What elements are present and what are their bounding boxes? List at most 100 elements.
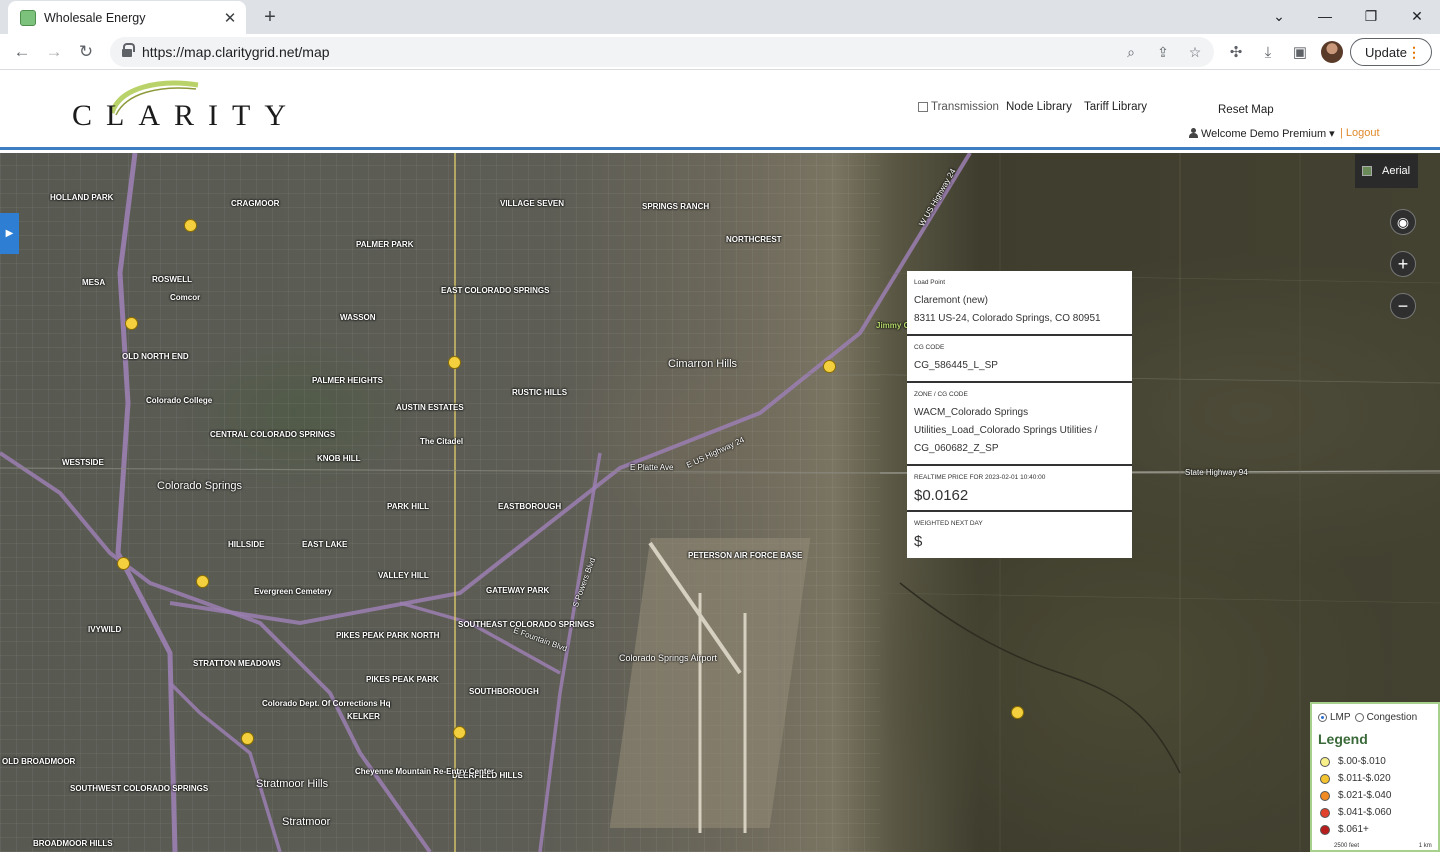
map-canvas[interactable]: HOLLAND PARK CRAGMOOR ROSWELL Comcor MES… (0, 153, 1440, 852)
zoom-in-button[interactable]: + (1390, 251, 1416, 277)
price-node-marker[interactable] (453, 726, 466, 739)
map-label: Colorado Springs (157, 480, 242, 492)
zoom-out-button[interactable]: − (1390, 293, 1416, 319)
map-label: HILLSIDE (228, 540, 265, 549)
node-library-link[interactable]: Node Library (1006, 101, 1072, 113)
map-label: WASSON (340, 313, 376, 322)
back-icon[interactable]: ← (8, 38, 36, 66)
forward-icon[interactable]: → (40, 38, 68, 66)
price-node-marker[interactable] (184, 219, 197, 232)
legend-item: $.00-$.010 (1318, 753, 1432, 770)
popup-cg-code-value: CG_586445_L_SP (914, 360, 998, 371)
map-label: Colorado College (146, 396, 213, 405)
reset-map-link[interactable]: Reset Map (1218, 104, 1274, 116)
aerial-toggle-button[interactable]: Aerial (1355, 154, 1418, 188)
congestion-label[interactable]: Congestion (1367, 712, 1418, 723)
map-label: AUSTIN ESTATES (396, 403, 464, 412)
popup-cg-code: CG CODE CG_586445_L_SP (907, 336, 1132, 383)
realtime-price-value: $0.0162 (914, 487, 969, 504)
new-tab-icon[interactable]: + (258, 5, 282, 29)
map-label: PALMER HEIGHTS (312, 376, 383, 385)
map-label: PIKES PEAK PARK NORTH (336, 631, 440, 640)
price-node-marker[interactable] (1011, 706, 1024, 719)
reload-icon[interactable]: ↻ (72, 38, 100, 66)
update-button[interactable]: Update ⋮ (1350, 38, 1432, 66)
map-label: MESA (82, 278, 106, 287)
legend-color-swatch (1320, 824, 1330, 835)
price-node-marker[interactable] (823, 360, 836, 373)
popup-label: CG CODE (914, 344, 945, 351)
map-label: The Citadel (420, 437, 464, 446)
map-label: CRAGMOOR (231, 199, 280, 208)
popup-label: REALTIME PRICE FOR 2023-02-01 10:40:00 (914, 474, 1046, 481)
user-menu[interactable]: Welcome Demo Premium ▾ (1189, 127, 1335, 140)
zoom-icon[interactable]: ⌕ (1122, 43, 1140, 61)
browser-tab[interactable]: Wholesale Energy ✕ (8, 1, 246, 34)
lmp-label[interactable]: LMP (1330, 712, 1351, 723)
locate-me-button[interactable]: ◉ (1390, 209, 1416, 235)
popup-label: WEIGHTED NEXT DAY (914, 520, 983, 527)
price-node-marker[interactable] (196, 575, 209, 588)
legend-item-label: $.00-$.010 (1338, 756, 1386, 767)
map-label: Evergreen Cemetery (254, 587, 332, 596)
aerial-icon (1362, 166, 1372, 176)
popup-zone-line: Utilities_Load_Colorado Springs Utilitie… (914, 425, 1098, 436)
popup-realtime-price: REALTIME PRICE FOR 2023-02-01 10:40:00 $… (907, 466, 1132, 512)
map-label: Colorado Dept. Of Corrections Hq (262, 699, 391, 708)
favicon-icon (20, 9, 36, 26)
lmp-radio[interactable] (1318, 713, 1327, 722)
profile-avatar[interactable] (1321, 41, 1343, 63)
transmission-label[interactable]: Transmission (931, 101, 999, 113)
minimize-icon[interactable]: — (1302, 2, 1348, 30)
share-icon[interactable]: ⇪ (1154, 43, 1172, 61)
legend-color-swatch (1320, 756, 1330, 767)
map-label: VILLAGE SEVEN (500, 199, 565, 208)
map-label: KNOB HILL (317, 454, 361, 463)
legend-item-label: $.061+ (1338, 824, 1369, 835)
logo-text: CLARITY (72, 99, 300, 132)
scale-feet: 2500 feet (1334, 843, 1360, 849)
side-panel-icon[interactable]: ▣ (1290, 42, 1310, 62)
close-window-icon[interactable]: ✕ (1394, 2, 1440, 30)
tab-search-icon[interactable]: ⌄ (1256, 2, 1302, 30)
close-tab-icon[interactable]: ✕ (220, 8, 240, 28)
congestion-radio[interactable] (1354, 713, 1364, 722)
map-label: Stratmoor (282, 816, 331, 828)
legend-color-swatch (1320, 773, 1330, 784)
legend-mode-selector: LMP Congestion (1318, 712, 1432, 723)
popup-weighted-next-day: WEIGHTED NEXT DAY $ (907, 512, 1132, 558)
price-node-marker[interactable] (241, 732, 254, 745)
map-legend: LMP Congestion Legend $.00-$.010 $.011-$.… (1310, 702, 1440, 852)
download-icon[interactable]: ⤓ (1258, 42, 1278, 62)
legend-item: $.011-$.020 (1318, 770, 1432, 787)
map-scale-bar: 2500 feet 1 km (1334, 843, 1432, 849)
legend-color-swatch (1320, 807, 1330, 818)
tab-title: Wholesale Energy (44, 10, 146, 25)
bookmark-star-icon[interactable]: ☆ (1186, 43, 1204, 61)
map-label: STRATTON MEADOWS (193, 659, 281, 668)
sidebar-toggle-button[interactable]: ▶ (0, 213, 19, 254)
map-label: NORTHCREST (726, 235, 782, 244)
map-label: PIKES PEAK PARK (366, 675, 439, 684)
map-label: SPRINGS RANCH (642, 202, 710, 211)
tariff-library-link[interactable]: Tariff Library (1084, 101, 1147, 113)
map-label: GATEWAY PARK (486, 586, 550, 595)
price-node-marker[interactable] (117, 557, 130, 570)
price-node-marker[interactable] (125, 317, 138, 330)
clarity-logo[interactable]: CLARITY (70, 77, 300, 137)
popup-label: Load Point (914, 279, 946, 286)
browser-toolbar: ← → ↻ https://map.claritygrid.net/map ⌕ … (0, 34, 1440, 70)
extensions-icon[interactable]: ✣ (1226, 42, 1246, 62)
popup-node-name: Claremont (new) (914, 295, 988, 306)
map-label: Comcor (170, 293, 201, 302)
restore-icon[interactable]: ❐ (1348, 2, 1394, 30)
map-label: EASTBOROUGH (498, 502, 562, 511)
address-bar[interactable]: https://map.claritygrid.net/map ⌕ ⇪ ☆ (110, 37, 1214, 67)
map-label: Jimmy C (876, 321, 910, 330)
price-node-marker[interactable] (448, 356, 461, 369)
user-icon (1189, 128, 1198, 138)
transmission-checkbox[interactable] (918, 102, 928, 112)
map-label: VALLEY HILL (378, 571, 429, 580)
legend-item: $.041-$.060 (1318, 804, 1432, 821)
logout-link[interactable]: | Logout (1340, 127, 1380, 139)
